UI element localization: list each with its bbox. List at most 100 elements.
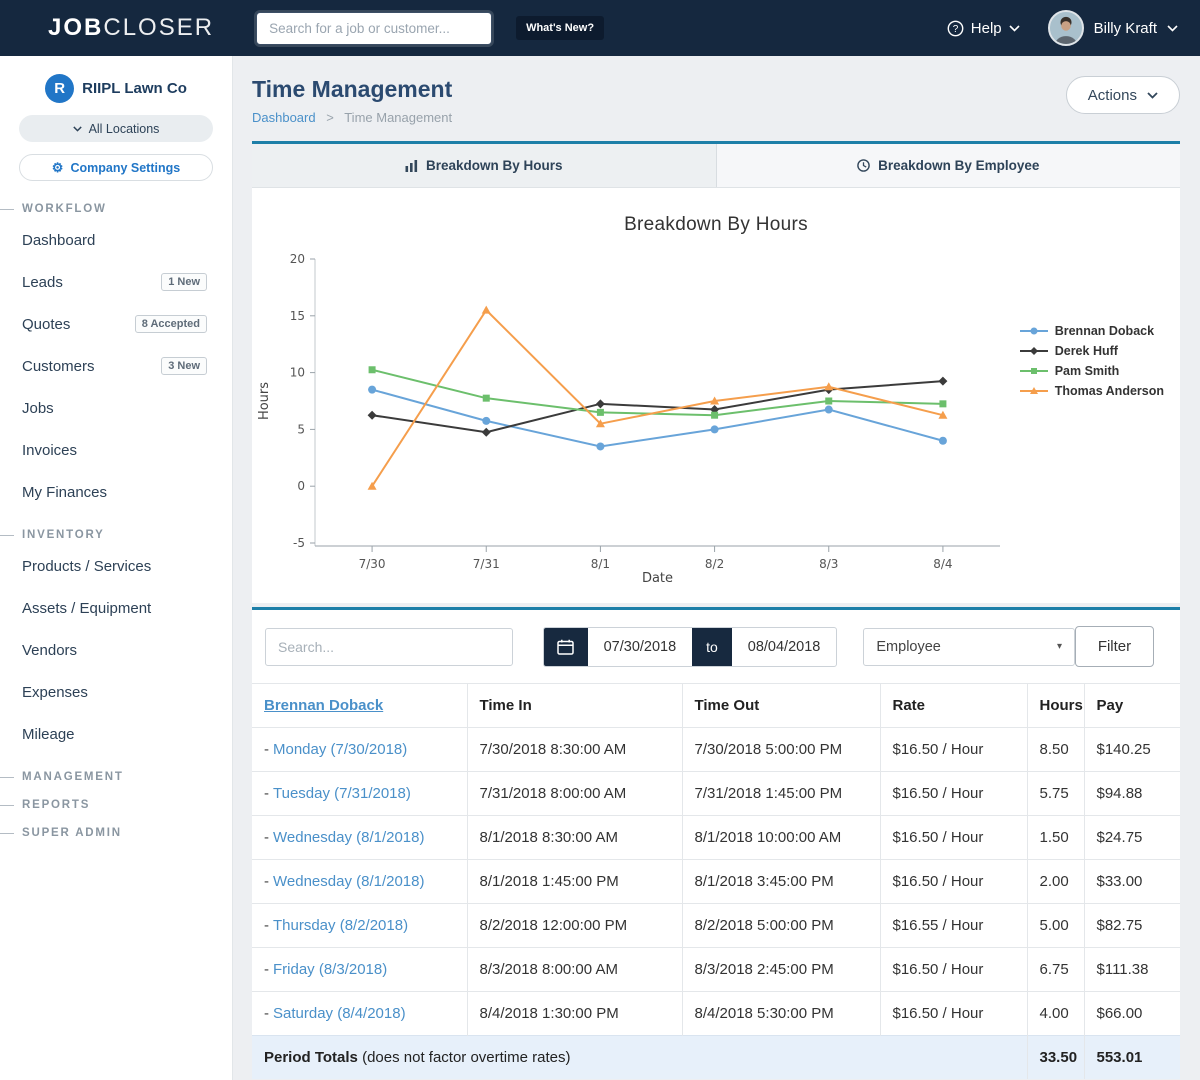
quotes-badge: 8 Accepted	[135, 315, 207, 333]
legend-item[interactable]: Derek Huff	[1019, 344, 1164, 358]
date-to-field[interactable]: 08/04/2018	[732, 628, 837, 666]
rate-cell: $16.50 / Hour	[880, 772, 1027, 816]
legend-item[interactable]: Thomas Anderson	[1019, 384, 1164, 398]
svg-text:15: 15	[290, 309, 305, 323]
table-search-input[interactable]	[265, 628, 513, 666]
hours-cell: 5.00	[1027, 904, 1084, 948]
rate-cell: $16.50 / Hour	[880, 860, 1027, 904]
sidebar-item-mileage[interactable]: Mileage	[0, 713, 232, 755]
sidebar-item-jobs[interactable]: Jobs	[0, 387, 232, 429]
employee-name-link[interactable]: Brennan Doback	[264, 697, 383, 714]
sidebar-item-leads[interactable]: Leads1 New	[0, 261, 232, 303]
legend-marker-icon	[1019, 325, 1049, 337]
hours-cell: 2.00	[1027, 860, 1084, 904]
col-time-in: Time In	[467, 684, 682, 728]
date-to-button[interactable]: to	[692, 628, 731, 666]
svg-text:Date: Date	[642, 571, 673, 586]
sidebar-item-quotes[interactable]: Quotes8 Accepted	[0, 303, 232, 345]
whats-new-button[interactable]: What's New?	[516, 16, 604, 40]
customers-badge: 3 New	[161, 357, 207, 375]
time-in-cell: 7/31/2018 8:00:00 AM	[467, 772, 682, 816]
time-in-cell: 8/1/2018 8:30:00 AM	[467, 816, 682, 860]
day-link[interactable]: Thursday (8/2/2018)	[273, 917, 408, 934]
app-logo[interactable]: JOBCLOSER	[48, 14, 214, 42]
legend-label: Thomas Anderson	[1055, 384, 1164, 398]
section-management[interactable]: MANAGEMENT	[0, 771, 232, 783]
calendar-button[interactable]	[544, 628, 587, 666]
employee-select[interactable]: Employee ▾	[863, 628, 1075, 666]
hours-cell: 4.00	[1027, 992, 1084, 1036]
day-link[interactable]: Saturday (8/4/2018)	[273, 1005, 406, 1022]
help-menu[interactable]: ? Help	[947, 20, 1020, 37]
timesheet-card: 07/30/2018 to 08/04/2018 Employee ▾ Filt…	[252, 607, 1180, 1079]
breadcrumb-current: Time Management	[344, 110, 452, 125]
company-row[interactable]: R RIIPL Lawn Co	[0, 74, 232, 103]
section-inventory[interactable]: INVENTORY	[0, 529, 232, 541]
top-navbar: JOBCLOSER What's New? ? Help Billy Kraft	[0, 0, 1200, 56]
legend-marker-icon	[1019, 365, 1049, 377]
day-link[interactable]: Wednesday (8/1/2018)	[273, 829, 425, 846]
help-label: Help	[971, 20, 1002, 37]
sidebar-item-expenses[interactable]: Expenses	[0, 671, 232, 713]
breadcrumb-dashboard[interactable]: Dashboard	[252, 110, 316, 125]
sidebar-item-assets-equipment[interactable]: Assets / Equipment	[0, 587, 232, 629]
day-link[interactable]: Monday (7/30/2018)	[273, 741, 407, 758]
date-from-field[interactable]: 07/30/2018	[588, 628, 693, 666]
sidebar-item-products-services[interactable]: Products / Services	[0, 545, 232, 587]
pay-cell: $33.00	[1084, 860, 1180, 904]
hours-cell: 1.50	[1027, 816, 1084, 860]
total-hours: 33.50	[1027, 1036, 1084, 1080]
all-locations-dropdown[interactable]: All Locations	[19, 115, 213, 142]
time-out-cell: 7/30/2018 5:00:00 PM	[682, 728, 880, 772]
svg-text:7/31: 7/31	[473, 557, 500, 571]
table-row: -Thursday (8/2/2018) 8/2/2018 12:00:00 P…	[252, 904, 1180, 948]
legend-item[interactable]: Pam Smith	[1019, 364, 1164, 378]
global-search-input[interactable]	[256, 12, 492, 45]
chart-tabs: Breakdown By Hours Breakdown By Employee	[252, 144, 1180, 188]
chart-card: Breakdown By Hours Breakdown By Employee…	[252, 141, 1180, 603]
svg-text:-5: -5	[293, 536, 305, 550]
table-row: -Saturday (8/4/2018) 8/4/2018 1:30:00 PM…	[252, 992, 1180, 1036]
period-totals-row: Period Totals (does not factor overtime …	[252, 1036, 1180, 1080]
table-row: -Wednesday (8/1/2018) 8/1/2018 1:45:00 P…	[252, 860, 1180, 904]
time-in-cell: 8/1/2018 1:45:00 PM	[467, 860, 682, 904]
hours-chart-svg: -5051015207/307/318/18/28/38/4DateHours	[252, 238, 1012, 588]
sidebar-item-vendors[interactable]: Vendors	[0, 629, 232, 671]
rate-cell: $16.50 / Hour	[880, 728, 1027, 772]
chevron-down-icon	[1009, 25, 1020, 32]
rate-cell: $16.55 / Hour	[880, 904, 1027, 948]
user-name: Billy Kraft	[1094, 20, 1157, 37]
chart-title: Breakdown By Hours	[252, 188, 1180, 236]
timesheet-table: Brennan Doback Time In Time Out Rate Hou…	[252, 683, 1180, 1079]
actions-button[interactable]: Actions	[1066, 76, 1180, 114]
time-out-cell: 8/2/2018 5:00:00 PM	[682, 904, 880, 948]
section-super-admin[interactable]: SUPER ADMIN	[0, 827, 232, 839]
col-time-out: Time Out	[682, 684, 880, 728]
filter-button[interactable]: Filter	[1075, 626, 1154, 667]
day-link[interactable]: Wednesday (8/1/2018)	[273, 873, 425, 890]
company-name: RIIPL Lawn Co	[82, 80, 187, 97]
legend-item[interactable]: Brennan Doback	[1019, 324, 1164, 338]
select-caret-icon: ▾	[1057, 641, 1062, 652]
legend-label: Brennan Doback	[1055, 324, 1154, 338]
total-pay: 553.01	[1084, 1036, 1180, 1080]
user-menu[interactable]: Billy Kraft	[1048, 10, 1178, 46]
section-reports[interactable]: REPORTS	[0, 799, 232, 811]
time-out-cell: 8/1/2018 10:00:00 AM	[682, 816, 880, 860]
chevron-down-icon	[1147, 92, 1158, 99]
svg-text:0: 0	[297, 479, 305, 493]
sidebar-item-invoices[interactable]: Invoices	[0, 429, 232, 471]
company-settings-button[interactable]: ⚙ Company Settings	[19, 154, 213, 181]
tab-breakdown-by-hours[interactable]: Breakdown By Hours	[252, 144, 717, 187]
sidebar-item-customers[interactable]: Customers3 New	[0, 345, 232, 387]
tab-breakdown-by-employee[interactable]: Breakdown By Employee	[717, 144, 1181, 187]
gear-icon: ⚙	[52, 161, 64, 174]
sidebar-item-dashboard[interactable]: Dashboard	[0, 219, 232, 261]
day-link[interactable]: Tuesday (7/31/2018)	[273, 785, 411, 802]
sidebar-item-my-finances[interactable]: My Finances	[0, 471, 232, 513]
svg-text:20: 20	[290, 252, 305, 266]
day-link[interactable]: Friday (8/3/2018)	[273, 961, 387, 978]
svg-text:8/2: 8/2	[705, 557, 724, 571]
section-workflow[interactable]: WORKFLOW	[0, 203, 232, 215]
leads-badge: 1 New	[161, 273, 207, 291]
